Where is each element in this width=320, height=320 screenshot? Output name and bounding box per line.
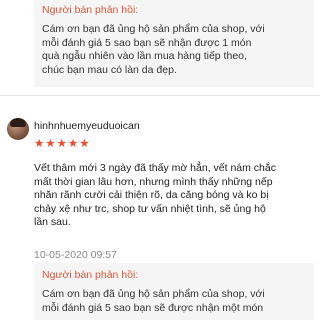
- seller-reply-line: mỗi đánh giá 5 sao bạn sẽ nhận được 1 mó…: [42, 36, 252, 49]
- review-text: Vết thâm mới 3 ngày đã thấy mờ hẳn, vết …: [34, 162, 316, 230]
- review-line: Vết thâm mới 3 ngày đã thấy mờ hẳn, vết …: [34, 162, 276, 174]
- seller-reply-line: chúc bạn mau có làn da đẹp.: [42, 63, 177, 76]
- reviewer-username[interactable]: hinhnhuemyeuduoican: [34, 120, 140, 132]
- review-line: lần sau.: [34, 216, 71, 228]
- seller-reply-line: Cám ơn bạn đã ủng hộ sản phẩm của shop, …: [42, 23, 265, 35]
- seller-reply-title: Người bán phản hồi:: [42, 269, 139, 281]
- seller-reply-line: mỗi đánh giá 5 sao bạn sẽ được nhận một …: [42, 301, 264, 314]
- seller-reply-text: Cám ơn bạn đã ủng hộ sản phẩm của shop, …: [42, 288, 306, 315]
- review-date: 10-05-2020 09:57: [34, 249, 117, 261]
- seller-reply-text: Cám ơn bạn đã ủng hộ sản phẩm của shop, …: [42, 23, 306, 77]
- seller-reply-line: quà ngẫu nhiên vào lần mua hàng tiếp the…: [42, 50, 247, 62]
- review-line: chảy xệ như trc, shop tư vấn nhiệt tình,…: [34, 202, 266, 215]
- seller-reply-title: Người bán phản hồi:: [42, 4, 139, 16]
- review-line: nhăn rãnh cười cải thiện rõ, da căng bón…: [34, 189, 269, 201]
- review-divider: [0, 95, 320, 96]
- avatar[interactable]: [7, 118, 29, 140]
- seller-reply-line: Cám ơn bạn đã ủng hộ sản phẩm của shop, …: [42, 288, 265, 300]
- seller-reply-bottom: Người bán phản hồi: Cám ơn bạn đã ủng hộ…: [34, 263, 314, 320]
- seller-reply-top: Người bán phản hồi: Cám ơn bạn đã ủng hộ…: [34, 0, 314, 87]
- rating-stars-icon: ★★★★★: [34, 138, 91, 150]
- review-line: mất thời gian lâu hơn, nhưng mình thấy n…: [34, 175, 273, 188]
